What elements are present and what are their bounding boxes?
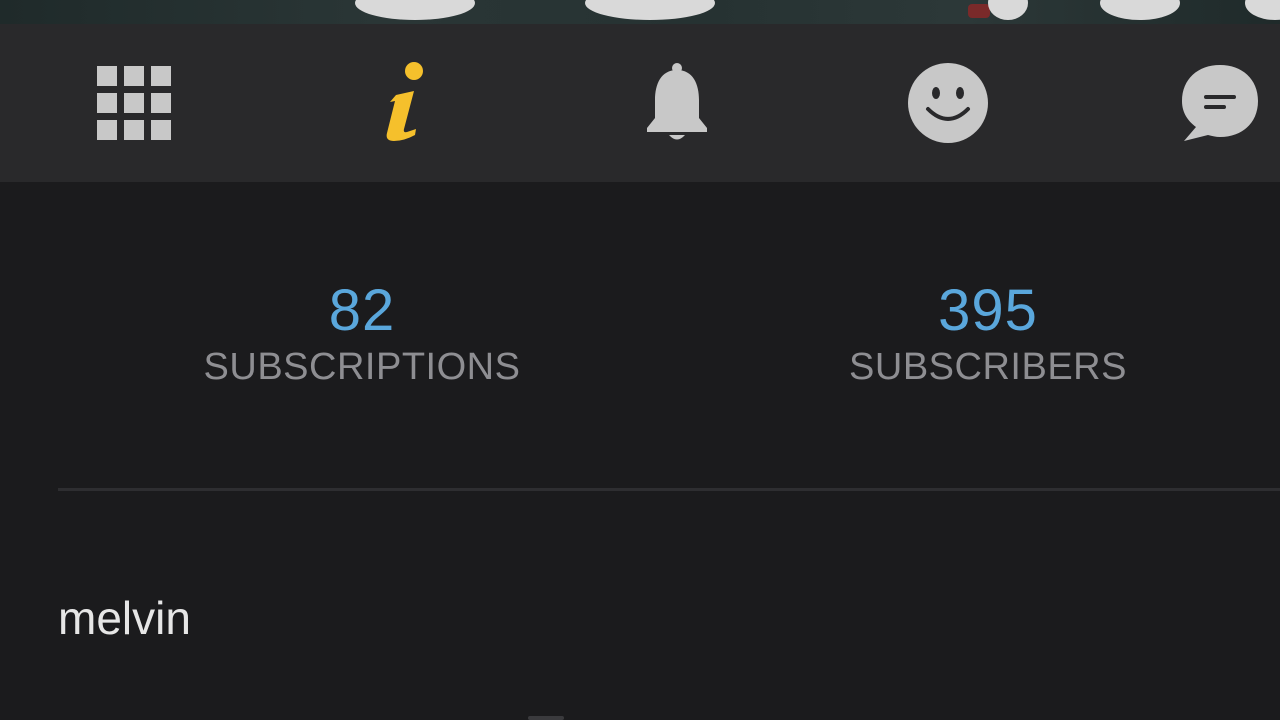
profile-screen: 82 SUBSCRIPTIONS 395 SUBSCRIBERS melvin (0, 0, 1280, 720)
smiley-icon (908, 63, 988, 143)
grid-icon (97, 66, 171, 140)
username: melvin (58, 592, 191, 644)
subscribers-stat[interactable]: 395 SUBSCRIBERS (748, 278, 1228, 390)
tab-messages[interactable] (1160, 24, 1280, 182)
tab-info[interactable] (347, 24, 467, 182)
divider (58, 488, 1280, 491)
tab-notifications[interactable] (617, 24, 737, 182)
tab-friends[interactable] (888, 24, 1008, 182)
subscriptions-label: SUBSCRIPTIONS (203, 346, 521, 388)
subscribers-label: SUBSCRIBERS (849, 346, 1127, 388)
tab-grid[interactable] (74, 24, 194, 182)
chat-bubble-icon (1182, 65, 1258, 141)
cover-photo (0, 0, 1280, 24)
tab-bar (0, 24, 1280, 182)
subscriptions-count: 82 (328, 278, 396, 343)
bell-icon (647, 63, 707, 140)
info-icon (386, 62, 423, 141)
scroll-hint (528, 716, 564, 720)
subscribers-count: 395 (938, 278, 1038, 343)
subscriptions-stat[interactable]: 82 SUBSCRIPTIONS (122, 278, 602, 390)
